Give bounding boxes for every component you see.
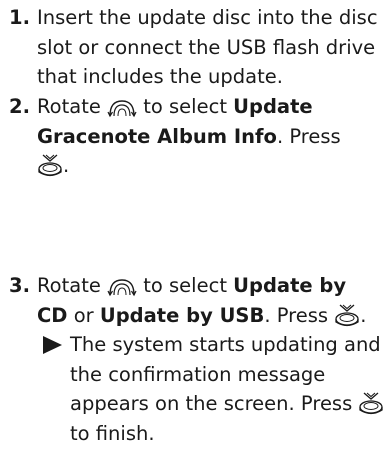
result-line: appears on the screen. Press — [70, 389, 384, 419]
option-name: Update by USB — [99, 303, 265, 327]
step-text: Rotate to select Update Gracenote Album … — [37, 92, 383, 181]
step-text: Rotate to select Update by CD or Update … — [37, 271, 384, 448]
result-line: to finish. — [70, 421, 155, 445]
to-select-text: to select — [143, 95, 227, 118]
to-select-text: to select — [143, 274, 227, 297]
option-name: CD — [37, 303, 68, 327]
press-text: . Press — [276, 124, 341, 148]
step-1: 1. Insert the update disc into the disc … — [9, 3, 385, 92]
step-line: . — [37, 151, 383, 181]
option-name: Gracenote Album Info — [37, 124, 277, 148]
step-text: Insert the update disc into the disc slo… — [37, 3, 383, 92]
press-knob-icon — [334, 303, 360, 327]
step-line: that includes the update. — [37, 65, 283, 88]
step-number: 3. — [9, 274, 30, 297]
press-text: . Press — [264, 303, 329, 327]
step-line: Rotate to select Update — [37, 92, 383, 122]
rotate-knob-icon — [107, 98, 137, 118]
rotate-knob-icon — [107, 277, 137, 297]
rotate-word: Rotate — [37, 95, 101, 118]
press-knob-icon — [358, 391, 384, 415]
step-line: Rotate to select Update by — [37, 271, 383, 301]
period: . — [63, 154, 70, 177]
press-knob-icon — [37, 153, 63, 177]
step-number: 1. — [9, 6, 30, 29]
rotate-word: Rotate — [37, 274, 101, 297]
result-line: The system starts updating and — [70, 333, 381, 356]
result-note: The system starts updating and the confi… — [43, 330, 384, 448]
step-3: 3. Rotate to select Update by CD or Upda… — [9, 271, 385, 448]
option-name: Update — [233, 95, 313, 118]
result-line: the confirmation message — [70, 362, 326, 386]
option-name: Update by — [233, 274, 347, 297]
step-line: Gracenote Album Info. Press — [37, 122, 383, 152]
step-line: slot or connect the USB flash drive — [37, 35, 376, 59]
step-line: CD or Update by USB. Press . — [37, 301, 383, 331]
result-arrow-icon — [43, 336, 62, 354]
step-number: 2. — [9, 95, 30, 118]
result-text: appears on the screen. Press — [70, 392, 353, 415]
step-line: Insert the update disc into the disc — [37, 6, 378, 29]
or-text: or — [73, 303, 94, 327]
period: . — [360, 303, 367, 327]
step-2: 2. Rotate to select Update Gracenote Alb… — [9, 92, 385, 181]
